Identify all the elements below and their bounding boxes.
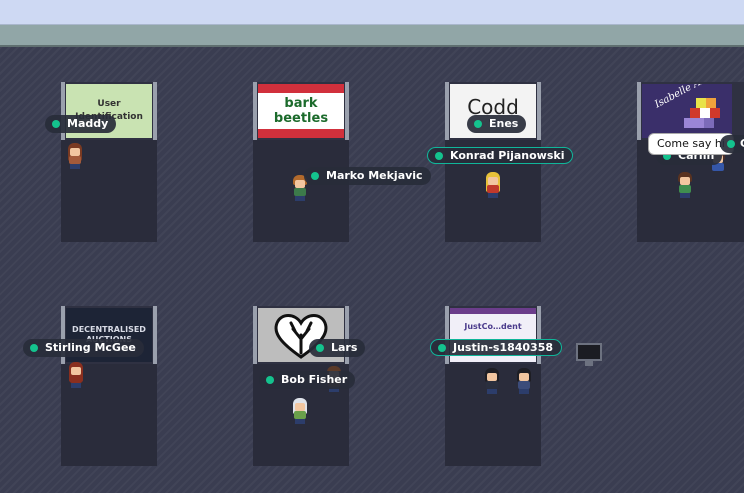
online-status-icon <box>438 343 446 352</box>
player-name: Justin-s1840358 <box>453 341 554 354</box>
nametag-lars[interactable]: Lars <box>309 339 366 357</box>
online-status-icon <box>30 344 38 352</box>
avatar-face <box>488 177 498 185</box>
booth-post <box>637 82 641 142</box>
booth-post <box>253 306 257 366</box>
wall-strip <box>0 25 744 47</box>
online-status-icon <box>435 151 443 160</box>
booth-post <box>345 306 349 366</box>
booth-post <box>445 306 449 366</box>
chat-bubble-text: Come say hi <box>657 137 725 150</box>
booth-post <box>537 82 541 142</box>
avatar-legs <box>488 193 498 198</box>
avatar-legs <box>295 196 305 201</box>
player-name: Maddy <box>67 117 109 130</box>
banner-text: JustCo…dent <box>464 322 522 331</box>
avatar-body <box>486 381 498 389</box>
avatar-maddy[interactable] <box>67 143 83 169</box>
player-name: Enes <box>489 117 519 130</box>
nametag-marko[interactable]: Marko Mekjavic <box>304 167 431 185</box>
player-name: C <box>740 137 744 150</box>
isabelle-logo-icon: Isabelle AFP <box>652 84 720 128</box>
nametag-enes[interactable]: Enes <box>467 115 527 133</box>
monitor-object[interactable] <box>576 343 602 367</box>
booth-post <box>153 306 157 366</box>
avatar-face <box>295 180 305 188</box>
avatar-justin[interactable] <box>484 368 500 394</box>
banner-title: Codd <box>467 94 519 119</box>
monitor-screen <box>576 343 602 361</box>
avatar-face <box>70 148 80 156</box>
player-name: Konrad Pijanowski <box>450 149 565 162</box>
booth-post <box>537 306 541 366</box>
avatar-bob[interactable] <box>292 398 308 424</box>
player-name: Lars <box>331 341 358 354</box>
booth-post <box>153 82 157 142</box>
avatar-face <box>519 373 529 381</box>
avatar-legs <box>295 419 305 424</box>
nametag-maddy[interactable]: Maddy <box>45 115 117 133</box>
avatar-stirling[interactable] <box>68 362 84 388</box>
avatar-body <box>487 185 499 193</box>
booth-bark-beetles[interactable]: bark beetles <box>253 82 349 242</box>
monitor-stand <box>585 361 593 366</box>
booth-banner: Isabelle AFP <box>642 84 732 138</box>
avatar-konrad[interactable] <box>485 172 501 198</box>
avatar-body <box>294 188 306 196</box>
booth-post <box>253 82 257 142</box>
online-status-icon <box>52 120 60 128</box>
avatar-legs <box>519 389 529 394</box>
booth-post <box>61 82 65 142</box>
avatar-face <box>295 403 305 411</box>
avatar-body <box>679 185 691 193</box>
avatar-visitor[interactable] <box>516 368 532 394</box>
avatar-body <box>69 156 81 164</box>
online-status-icon <box>266 376 274 384</box>
nametag-konrad[interactable]: Konrad Pijanowski <box>427 147 574 164</box>
avatar-body <box>294 411 306 419</box>
avatar-body <box>518 381 530 389</box>
booth-post <box>445 82 449 142</box>
booth-banner: bark beetles <box>258 84 344 138</box>
booth-post <box>61 306 65 366</box>
avatar-face <box>487 373 497 381</box>
nametag-justin[interactable]: Justin-s1840358 <box>430 339 563 356</box>
avatar-face <box>680 177 690 185</box>
online-status-icon <box>727 140 735 148</box>
avatar-body <box>70 375 82 383</box>
online-status-icon <box>316 344 324 352</box>
booth-post <box>345 82 349 142</box>
player-name: Marko Mekjavic <box>326 169 423 182</box>
avatar-face <box>71 367 81 375</box>
player-name: Stirling McGee <box>45 341 136 354</box>
nametag-bob[interactable]: Bob Fisher <box>259 371 356 389</box>
avatar-legs <box>487 389 497 394</box>
avatar-legs <box>70 164 80 169</box>
avatar-legs <box>71 383 81 388</box>
nametag-edge[interactable]: C <box>720 135 744 153</box>
nametag-stirling[interactable]: Stirling McGee <box>23 339 144 357</box>
banner-stripe <box>450 308 536 314</box>
player-name: Bob Fisher <box>281 373 348 386</box>
avatar-carlin[interactable] <box>677 172 693 198</box>
online-status-icon <box>474 120 482 128</box>
avatar-legs <box>680 193 690 198</box>
top-bar <box>0 0 744 25</box>
online-status-icon <box>311 172 319 180</box>
banner-text: bark beetles <box>258 93 344 129</box>
